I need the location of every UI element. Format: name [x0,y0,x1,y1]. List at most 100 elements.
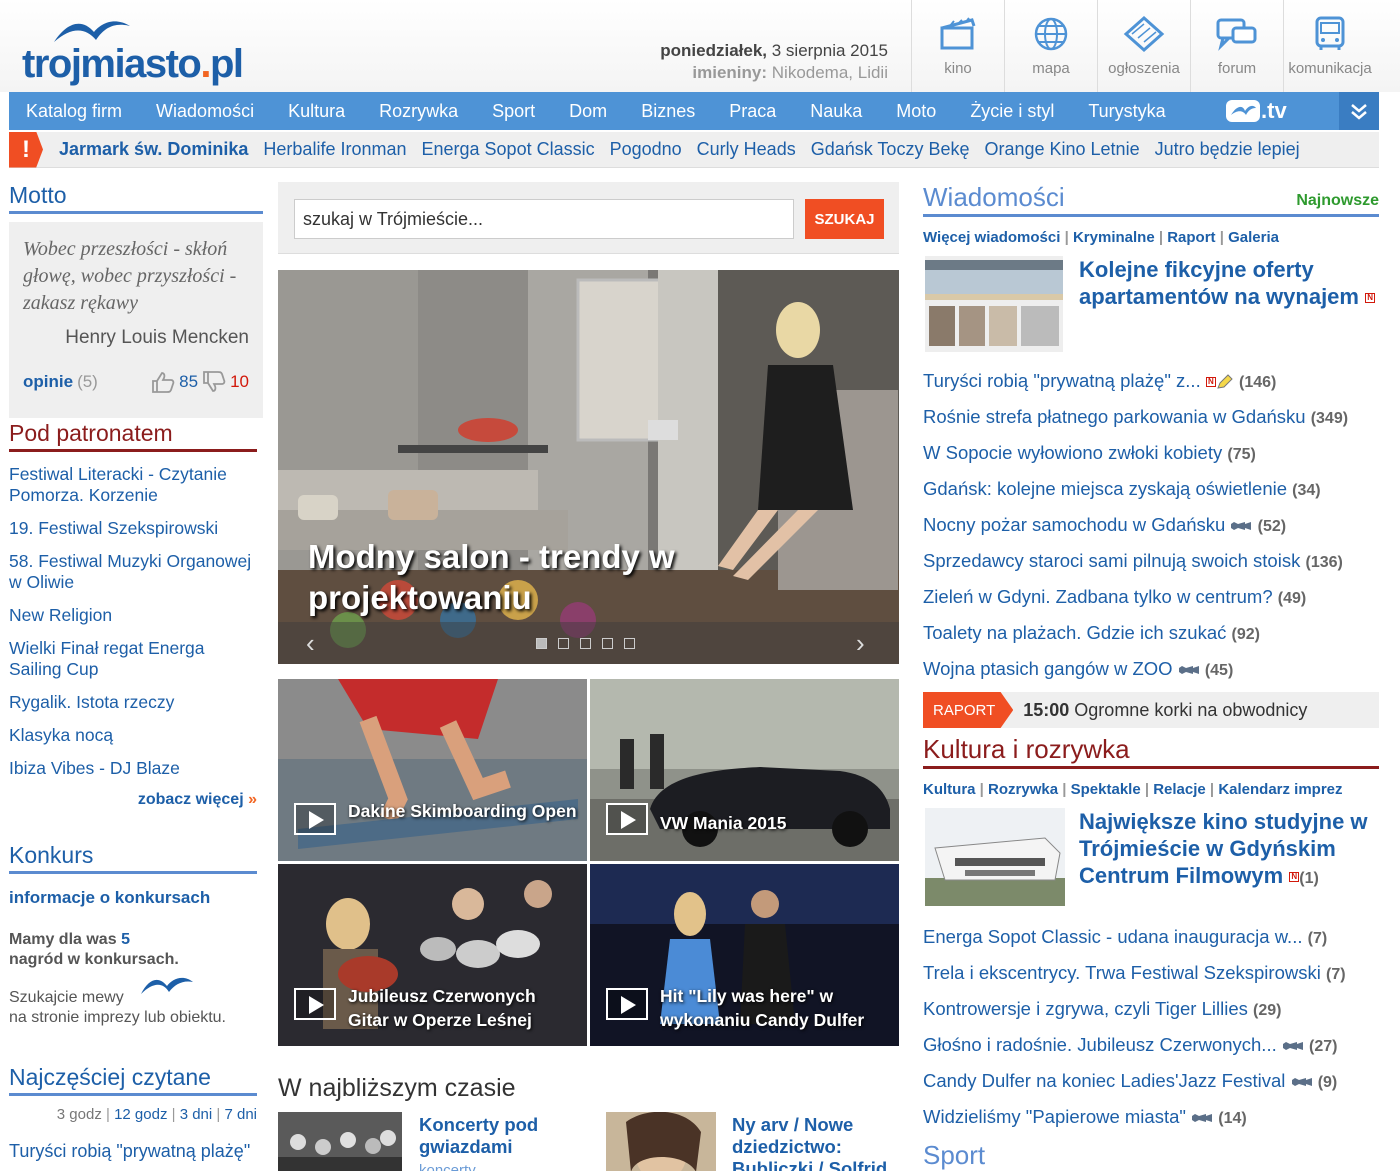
nav-item-dom[interactable]: Dom [552,101,624,122]
sublink[interactable]: Kryminalne [1073,229,1155,246]
video-tile[interactable]: Hit "Lily was here" w wykonaniu Candy Du… [590,864,899,1046]
news-newest-link[interactable]: Najnowsze [1296,192,1379,210]
motto-opinie-link[interactable]: opinie (5) [23,372,98,392]
tab-12-godz[interactable]: 12 godz [114,1106,167,1123]
top-icon-komunikacja[interactable]: komunikacja [1283,0,1376,92]
top-icon-mapa[interactable]: mapa [1004,0,1097,92]
video-tile[interactable]: Dakine Skimboarding Open [278,679,587,861]
hot-item[interactable]: Herbalife Ironman [263,139,406,160]
see-more-link[interactable]: zobacz więcej » [9,791,257,809]
date-box: poniedziałek, 3 sierpnia 2015 imieniny: … [660,40,888,84]
nav-item-sport[interactable]: Sport [475,101,552,122]
culture-featured[interactable]: Największe kino studyjne w Trójmieście w… [923,808,1379,920]
raport-bar[interactable]: RAPORT 15:00 Ogromne korki na obwodnicy [923,692,1379,728]
hot-item[interactable]: Orange Kino Letnie [984,139,1139,160]
news-item[interactable]: Sprzedawcy staroci sami pilnują swoich s… [923,544,1379,580]
hero-dot[interactable] [602,638,613,649]
tab-3-godz[interactable]: 3 godz [57,1106,102,1123]
hero-dot[interactable] [558,638,569,649]
hero-title[interactable]: Modny salon - trendy w projektowaniu [308,536,728,618]
patronat-item[interactable]: Klasyka nocą [9,725,257,746]
news-item[interactable]: Toalety na plażach. Gdzie ich szukać (92… [923,616,1379,652]
nav-item-tv[interactable]: .tv [1225,95,1287,127]
sublink[interactable]: Rozrywka [988,781,1058,798]
upcoming-item[interactable]: Ny arv / Nowe dziedzictwo: Bubliczki / S… [599,1112,899,1171]
culture-item[interactable]: Energa Sopot Classic - udana inauguracja… [923,920,1379,956]
chevron-right-icon[interactable]: › [856,628,865,659]
most-read-item[interactable]: Turyści robią "prywatną plażę" [9,1141,257,1162]
hero-dot[interactable] [624,638,635,649]
hot-item[interactable]: Curly Heads [697,139,796,160]
news-item[interactable]: Turyści robią "prywatną plażę" z... N (1… [923,364,1379,400]
news-item[interactable]: W Sopocie wyłowiono zwłoki kobiety (75) [923,436,1379,472]
nav-item-nauka[interactable]: Nauka [793,101,879,122]
hero-dot[interactable] [536,638,547,649]
hero-dot[interactable] [580,638,591,649]
sublink[interactable]: Więcej wiadomości [923,229,1060,246]
patronat-item[interactable]: 58. Festiwal Muzyki Organowej w Oliwie [9,551,257,593]
patronat-item[interactable]: Ibiza Vibes - DJ Blaze [9,758,257,779]
bus-icon [1315,16,1345,50]
hot-item[interactable]: Gdańsk Toczy Bekę [811,139,970,160]
nav-item-kultura[interactable]: Kultura [271,101,362,122]
top-icon-kino[interactable]: kino [911,0,1004,92]
news-item[interactable]: Gdańsk: kolejne miejsca zyskają oświetle… [923,472,1379,508]
nav-item-rozrywka[interactable]: Rozrywka [362,101,475,122]
top-icon-forum[interactable]: forum [1190,0,1283,92]
hot-item[interactable]: Energa Sopot Classic [422,139,595,160]
thumbs-up-icon[interactable] [151,371,175,393]
culture-item[interactable]: Candy Dulfer na koniec Ladies'Jazz Festi… [923,1064,1379,1100]
video-tile[interactable]: VW Mania 2015 [590,679,899,861]
tab-3-dni[interactable]: 3 dni [180,1106,213,1123]
culture-item[interactable]: Głośno i radośnie. Jubileusz Czerwonych.… [923,1028,1379,1064]
news-featured[interactable]: Kolejne fikcyjne oferty apartamentów na … [923,256,1379,364]
hot-item[interactable]: Jarmark św. Dominika [59,139,248,160]
culture-item[interactable]: Trela i ekscentrycy. Trwa Festiwal Szeks… [923,956,1379,992]
hot-item[interactable]: Pogodno [610,139,682,160]
patronat-item[interactable]: Rygalik. Istota rzeczy [9,692,257,713]
sublink[interactable]: Spektakle [1071,781,1141,798]
culture-item-text: Trela i ekscentrycy. Trwa Festiwal Szeks… [923,962,1321,983]
video-tile[interactable]: Jubileusz Czerwonych Gitar w Operze Leśn… [278,864,587,1046]
sublink[interactable]: Kultura [923,781,976,798]
patronat-item[interactable]: 19. Festiwal Szekspirowski [9,518,257,539]
news-item[interactable]: Wojna ptasich gangów w ZOO (45) [923,652,1379,688]
hot-item[interactable]: Jutro będzie lepiej [1155,139,1300,160]
patronat-item[interactable]: New Religion [9,605,257,626]
nav-more-button[interactable] [1339,92,1379,130]
news-item[interactable]: Rośnie strefa płatnego parkowania w Gdań… [923,400,1379,436]
nav-item-praca[interactable]: Praca [712,101,793,122]
nav-item-turystyka[interactable]: Turystyka [1071,101,1182,122]
nav-item-wiadomosci[interactable]: Wiadomości [139,101,271,122]
top-icon-ogloszenia[interactable]: ogłoszenia [1097,0,1190,92]
tab-7-dni[interactable]: 7 dni [224,1106,257,1123]
konkurs-info-link[interactable]: informacje o konkursach [9,888,257,908]
sublink[interactable]: Relacje [1153,781,1206,798]
news-title[interactable]: Wiadomości [923,182,1065,213]
thumbs-down-icon[interactable] [202,371,226,393]
search-button[interactable]: SZUKAJ [805,199,884,239]
culture-item[interactable]: Widzieliśmy "Papierowe miasta" (14) [923,1100,1379,1136]
sport-title[interactable]: Sport [923,1140,985,1171]
sublink[interactable]: Kalendarz imprez [1218,781,1342,798]
patronat-item[interactable]: Festiwal Literacki - Czytanie Pomorza. K… [9,464,257,506]
seagull-tv-icon [1226,100,1260,122]
news-item[interactable]: Nocny pożar samochodu w Gdańsku (52) [923,508,1379,544]
upcoming-item[interactable]: Koncerty pod gwiazdami koncerty [278,1112,578,1171]
patronat-item[interactable]: Wielki Finał regat Energa Sailing Cup [9,638,257,680]
hero-slider[interactable]: Modny salon - trendy w projektowaniu ‹ › [278,270,899,664]
culture-list: Energa Sopot Classic - udana inauguracja… [923,920,1379,1136]
chevron-left-icon[interactable]: ‹ [306,628,315,659]
sublink[interactable]: Galeria [1228,229,1279,246]
hero-controls: ‹ › [278,622,899,664]
nav-item-zycie-i-styl[interactable]: Życie i styl [953,101,1071,122]
culture-title[interactable]: Kultura i rozrywka [923,734,1130,765]
nav-item-katalog-firm[interactable]: Katalog firm [9,101,139,122]
site-logo[interactable]: trojmiasto.pl [22,14,244,86]
nav-item-moto[interactable]: Moto [879,101,953,122]
nav-item-biznes[interactable]: Biznes [624,101,712,122]
news-item[interactable]: Zieleń w Gdyni. Zadbana tylko w centrum?… [923,580,1379,616]
culture-item[interactable]: Kontrowersje i zgrywa, czyli Tiger Lilli… [923,992,1379,1028]
search-input[interactable] [294,199,794,239]
sublink[interactable]: Raport [1167,229,1215,246]
